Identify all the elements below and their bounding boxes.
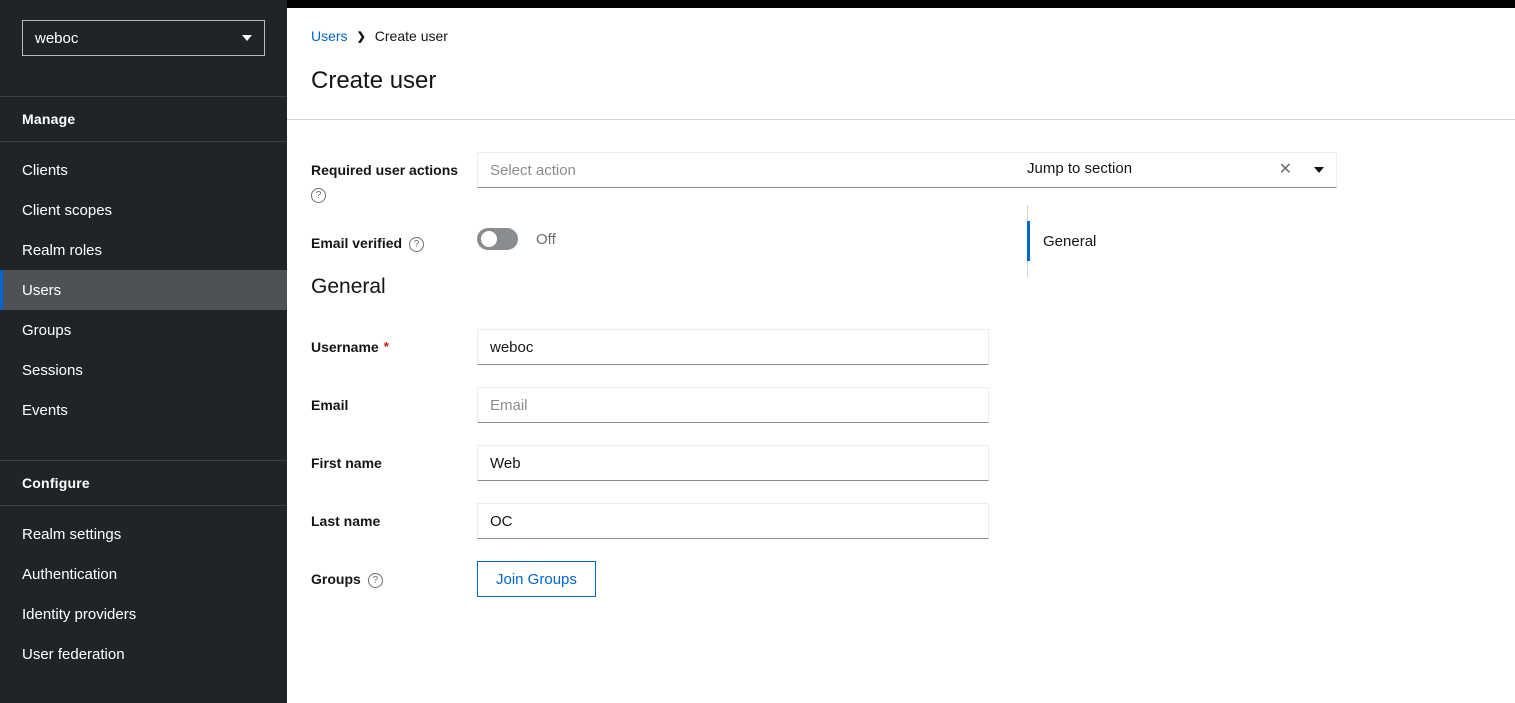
sidebar-item-realm-roles[interactable]: Realm roles [0, 230, 287, 270]
required-user-actions-label: Required user actions [311, 162, 459, 179]
user-form: Required user actions ? Select action ✕ … [287, 152, 1337, 619]
sidebar-item-label: Identity providers [22, 605, 137, 623]
jump-item-label: General [1043, 232, 1097, 250]
jump-to-section-item-general[interactable]: General [1027, 221, 1427, 262]
breadcrumb-current: Create user [374, 28, 448, 44]
email-verified-label: Email verified [311, 235, 403, 252]
sidebar-item-label: Realm settings [22, 525, 122, 543]
sidebar-item-label: Authentication [22, 565, 118, 583]
chevron-down-icon [242, 35, 252, 41]
form-row-email: Email [311, 387, 1027, 424]
breadcrumb: Users ❯ Create user [311, 26, 1491, 46]
sidebar-item-label: Sessions [22, 361, 83, 379]
help-circle-icon[interactable]: ? [367, 573, 383, 589]
sidebar-item-label: Realm roles [22, 241, 103, 259]
sidebar-item-clients[interactable]: Clients [0, 150, 287, 190]
sidebar-section-title-manage: Manage [22, 111, 76, 127]
form-row-username: Username * [311, 329, 1027, 366]
username-field [477, 329, 1027, 366]
realm-selector[interactable]: weboc [22, 20, 265, 56]
sidebar-nav-configure: Realm settings Authentication Identity p… [0, 506, 287, 674]
sidebar-item-label: Groups [22, 321, 72, 339]
sidebar-item-label: User federation [22, 645, 125, 663]
last-name-label: Last name [311, 513, 381, 530]
sidebar-item-user-federation[interactable]: User federation [0, 634, 287, 674]
groups-field: Join Groups [477, 561, 1027, 598]
sidebar-item-label: Events [22, 401, 68, 419]
sidebar-item-realm-settings[interactable]: Realm settings [0, 514, 287, 554]
form-row-required-user-actions: Required user actions ? Select action ✕ [311, 152, 1337, 204]
email-input[interactable] [477, 387, 989, 424]
help-circle-icon[interactable]: ? [311, 188, 326, 204]
sidebar-item-label: Clients [22, 161, 68, 179]
jump-list-top-pad [1028, 205, 1427, 221]
realm-selector-container: weboc [0, 0, 287, 96]
last-name-field-wrap [477, 503, 1027, 540]
sidebar-item-users[interactable]: Users [0, 270, 287, 310]
jump-to-section-list: General [1027, 205, 1427, 278]
email-verified-toggle[interactable] [477, 228, 518, 251]
page-title: Create user [311, 67, 437, 94]
main-content: Users ❯ Create user Create user Required… [287, 8, 1515, 703]
sidebar-item-authentication[interactable]: Authentication [0, 554, 287, 594]
sidebar-item-sessions[interactable]: Sessions [0, 350, 287, 390]
jump-to-section-title: Jump to section [1027, 160, 1133, 178]
sidebar-item-client-scopes[interactable]: Client scopes [0, 190, 287, 230]
email-label: Email [311, 397, 349, 414]
email-verified-label-group: Email verified ? [311, 225, 477, 253]
sidebar-section-title-configure: Configure [22, 475, 90, 491]
groups-label: Groups [311, 571, 361, 588]
join-groups-button[interactable]: Join Groups [477, 561, 596, 598]
sidebar-item-identity-providers[interactable]: Identity providers [0, 594, 287, 634]
chevron-right-icon: ❯ [356, 30, 366, 43]
sidebar-item-events[interactable]: Events [0, 390, 287, 430]
sidebar: weboc Manage Clients Client scopes Realm… [0, 0, 287, 703]
username-label-group: Username * [311, 329, 477, 357]
first-name-label: First name [311, 455, 382, 472]
sidebar-nav-manage: Clients Client scopes Realm roles Users … [0, 142, 287, 430]
form-row-email-verified: Email verified ? Off [311, 225, 1027, 253]
general-section-title: General [311, 275, 386, 299]
last-name-input[interactable] [477, 503, 989, 540]
jump-list-bottom-pad [1028, 261, 1427, 277]
username-input[interactable] [477, 329, 989, 366]
help-circle-icon[interactable]: ? [409, 237, 425, 253]
content-body: Required user actions ? Select action ✕ … [287, 120, 1515, 619]
email-verified-state-label: Off [536, 230, 556, 248]
sidebar-item-label: Client scopes [22, 201, 113, 219]
first-name-field-wrap [477, 445, 1027, 482]
sidebar-item-label: Users [22, 281, 62, 299]
username-label: Username [311, 339, 379, 356]
form-row-last-name: Last name [311, 503, 1027, 540]
form-row-first-name: First name [311, 445, 1027, 482]
required-marker: * [383, 339, 389, 355]
required-user-actions-label-group: Required user actions ? [311, 152, 477, 204]
email-verified-field: Off [477, 225, 1027, 251]
jump-to-section-panel: Jump to section General [1027, 152, 1427, 619]
groups-label-group: Groups ? [311, 561, 477, 589]
page-header: Users ❯ Create user Create user [287, 8, 1515, 94]
first-name-input[interactable] [477, 445, 989, 482]
toggle-knob [481, 231, 497, 248]
breadcrumb-link-users[interactable]: Users [311, 28, 348, 44]
form-row-groups: Groups ? Join Groups [311, 561, 1027, 598]
sidebar-item-groups[interactable]: Groups [0, 310, 287, 350]
email-field-wrap [477, 387, 1027, 424]
realm-selector-value: weboc [35, 29, 79, 47]
